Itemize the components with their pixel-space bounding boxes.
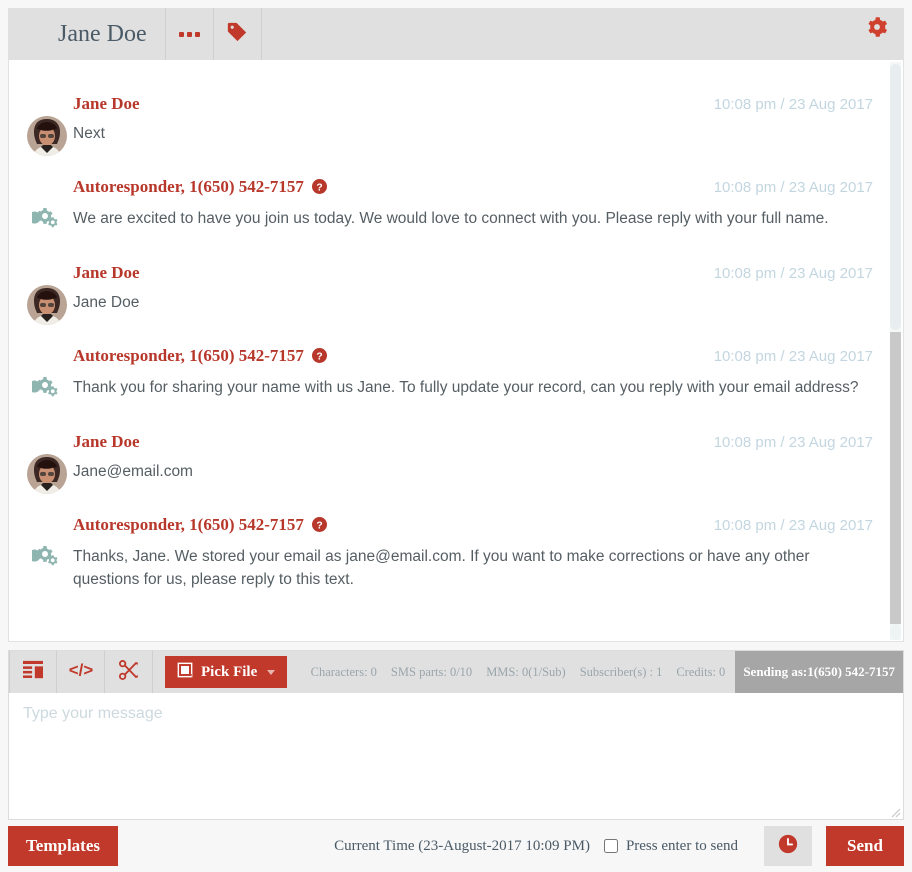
press-enter-checkbox[interactable] (603, 839, 618, 853)
message-timestamp: 10:08 pm / 23 Aug 2017 (713, 348, 873, 366)
message-timestamp: 10:08 pm / 23 Aug 2017 (713, 264, 873, 282)
sender-label: Autoresponder, 1(650) 542-7157 (73, 177, 304, 197)
schedule-button[interactable] (764, 826, 812, 866)
templates-button[interactable]: Templates (8, 826, 118, 866)
message-item: Autoresponder, 1(650) 542-7157 ? 10:08 p… (23, 515, 879, 591)
message-sender: Jane Doe (73, 263, 140, 283)
message-body: Jane Doe (73, 293, 140, 311)
message-body: We are excited to have you join us today… (73, 210, 829, 228)
message-body: Thanks, Jane. We stored your email as ja… (73, 548, 810, 588)
svg-text:?: ? (317, 183, 323, 194)
messages-pane: Jane Doe 10:08 pm / 23 Aug 2017 Next Aut… (8, 60, 904, 642)
pick-file-label: Pick File (201, 663, 258, 680)
autoresponder-icon (29, 199, 69, 239)
composer-counters: Characters: 0 SMS parts: 0/10 MMS: 0(1/S… (311, 651, 736, 693)
footer-right-group: Current Time (23-August-2017 10:09 PM) P… (334, 826, 904, 866)
message-sender: Autoresponder, 1(650) 542-7157 ? (73, 177, 328, 199)
svg-text:</>: </> (68, 660, 93, 679)
svg-text:?: ? (317, 521, 323, 532)
composer-toolbar: </> Pick File Characters: 0 SMS parts: 0… (9, 651, 903, 693)
file-icon (177, 662, 193, 683)
insert-code-button[interactable]: </> (57, 651, 105, 693)
code-icon: </> (66, 660, 96, 685)
message-timestamp: 10:08 pm / 23 Aug 2017 (713, 96, 873, 113)
message-header: Autoresponder, 1(650) 542-7157 ? 10:08 p… (73, 515, 879, 537)
sending-as-badge: Sending as:1(650) 542-7157 (735, 651, 903, 693)
insert-template-icon (22, 660, 44, 685)
sender-label: Autoresponder, 1(650) 542-7157 (73, 346, 304, 366)
scissors-icon (118, 659, 140, 685)
messages-scrollbar-upper[interactable] (890, 64, 901, 330)
sender-label: Jane Doe (73, 262, 140, 282)
message-sender: Autoresponder, 1(650) 542-7157 ? (73, 346, 328, 368)
message-input[interactable] (9, 693, 903, 819)
press-enter-to-send-group[interactable]: Press enter to send (603, 837, 738, 855)
sender-label: Jane Doe (73, 94, 140, 113)
avatar (27, 453, 67, 494)
mms-count: MMS: 0(1/Sub) (486, 664, 566, 679)
chevron-down-icon (267, 669, 276, 675)
clock-icon (777, 833, 799, 860)
message-header: Jane Doe 10:08 pm / 23 Aug 2017 (73, 263, 879, 283)
message-timestamp: 10:08 pm / 23 Aug 2017 (713, 179, 873, 197)
message-header: Autoresponder, 1(650) 542-7157 ? 10:08 p… (73, 177, 879, 199)
header-spacer (262, 8, 866, 60)
message-header: Autoresponder, 1(650) 542-7157 ? 10:08 p… (73, 346, 879, 368)
pick-file-button[interactable]: Pick File (165, 656, 288, 688)
message-body: Thank you for sharing your name with us … (73, 379, 859, 397)
gear-icon (866, 16, 888, 43)
svg-text:?: ? (317, 352, 323, 363)
textarea-resize-handle[interactable] (889, 805, 901, 818)
messages-list: Jane Doe 10:08 pm / 23 Aug 2017 Next Aut… (9, 60, 893, 641)
avatar (27, 116, 67, 156)
message-item: Autoresponder, 1(650) 542-7157 ? 10:08 p… (23, 177, 879, 230)
conversation-header: Jane Doe (8, 8, 904, 60)
avatar (27, 284, 67, 325)
message-sender: Jane Doe (73, 432, 140, 452)
message-body: Jane@email.com (73, 462, 193, 480)
sms-parts-count: SMS parts: 0/10 (390, 664, 473, 679)
contact-name: Jane Doe (8, 8, 166, 60)
more-options-button[interactable] (166, 8, 214, 60)
message-item: Autoresponder, 1(650) 542-7157 ? 10:08 p… (23, 346, 879, 399)
messages-scrollbar-thumb[interactable] (890, 332, 901, 624)
messages-scrollbar-lower[interactable] (890, 624, 901, 640)
message-composer: </> Pick File Characters: 0 SMS parts: 0… (8, 650, 904, 820)
sender-label: Jane Doe (73, 431, 140, 451)
composer-footer: Templates Current Time (23-August-2017 1… (8, 826, 904, 866)
settings-button[interactable] (866, 8, 904, 60)
help-icon[interactable]: ? (312, 348, 328, 368)
shortcode-button[interactable] (105, 651, 153, 693)
message-sender: Jane Doe (73, 94, 140, 114)
subscriber-count: Subscriber(s) : 1 (579, 664, 663, 679)
message-header: Jane Doe 10:08 pm / 23 Aug 2017 (73, 432, 879, 452)
autoresponder-icon (29, 368, 69, 408)
sender-label: Autoresponder, 1(650) 542-7157 (73, 515, 304, 535)
ellipsis-icon (178, 31, 200, 37)
tag-icon (226, 21, 248, 48)
message-header: Jane Doe 10:08 pm / 23 Aug 2017 (73, 94, 879, 114)
message-body: Next (73, 125, 105, 142)
tag-button[interactable] (214, 8, 262, 60)
insert-template-button[interactable] (9, 651, 57, 693)
help-icon[interactable]: ? (312, 517, 328, 537)
press-enter-label: Press enter to send (625, 837, 738, 854)
composer-stats: Characters: 0 SMS parts: 0/10 MMS: 0(1/S… (311, 651, 903, 693)
current-time-label: Current Time (23-August-2017 10:09 PM) (334, 837, 590, 854)
autoresponder-icon (29, 537, 69, 577)
message-item: Jane Doe 10:08 pm / 23 Aug 2017 Jane@ema… (23, 432, 879, 494)
message-item: Jane Doe 10:08 pm / 23 Aug 2017 Next (23, 94, 879, 156)
message-item: Jane Doe 10:08 pm / 23 Aug 2017 Jane Doe (23, 263, 879, 325)
character-count: Characters: 0 (310, 664, 377, 679)
message-sender: Autoresponder, 1(650) 542-7157 ? (73, 515, 328, 537)
message-timestamp: 10:08 pm / 23 Aug 2017 (713, 433, 873, 451)
message-timestamp: 10:08 pm / 23 Aug 2017 (713, 517, 873, 535)
help-icon[interactable]: ? (312, 179, 328, 199)
credits-count: Credits: 0 (676, 664, 726, 679)
send-button[interactable]: Send (826, 826, 904, 866)
